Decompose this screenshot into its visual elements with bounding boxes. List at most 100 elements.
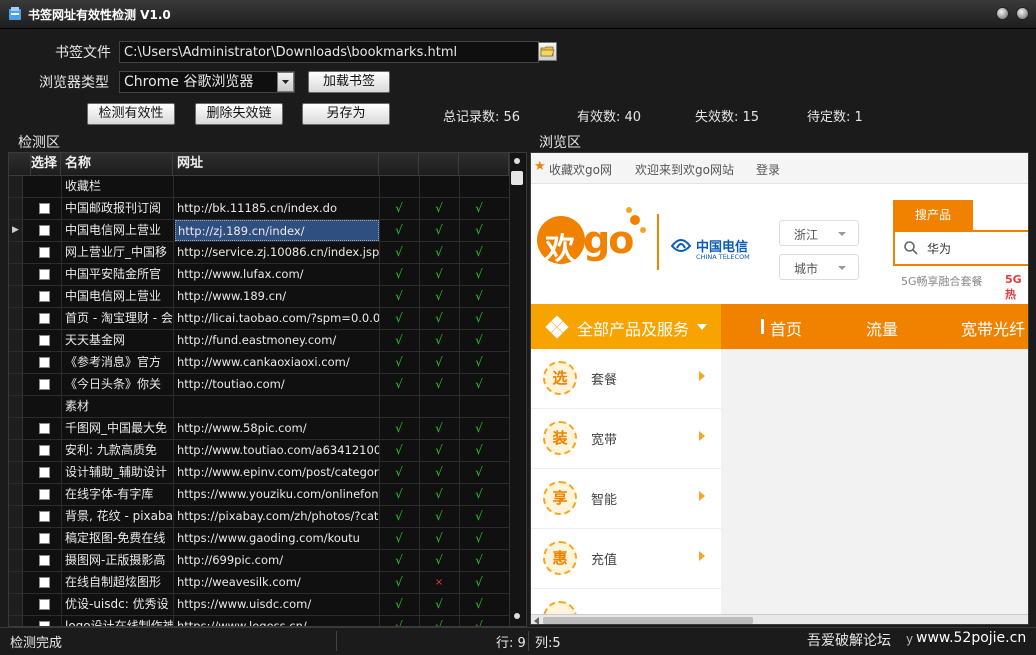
bookmark-url[interactable]: https://www.youziku.com/onlinefont/ind [175,484,379,505]
select-checkbox[interactable] [39,357,50,368]
select-checkbox[interactable] [39,577,50,588]
bookmark-url[interactable]: http://fund.eastmoney.com/ [175,330,379,351]
browser-horizontal-scrollbar[interactable] [531,614,1028,624]
check-validity-button[interactable]: 检测有效性 [87,103,175,125]
promo-text[interactable]: 5G畅享融合套餐 [901,273,983,289]
browse-file-button[interactable] [538,42,557,61]
bookmark-name[interactable]: 收藏栏 [65,176,173,197]
row-indicator[interactable] [9,396,23,417]
table-row[interactable]: 安利: 九款高质免 http://www.toutiao.com/a6341210… [9,440,509,462]
table-row[interactable]: 设计辅助_辅助设计 http://www.epinv.com/post/categ… [9,462,509,484]
bookmark-url[interactable]: http://www.lufax.com/ [175,264,379,285]
select-checkbox[interactable] [39,247,50,258]
bookmark-name[interactable]: 优设-uisdc: 优秀设 [65,594,173,615]
table-row[interactable]: 天天基金网 http://fund.eastmoney.com/ √ √ √ [9,330,509,352]
hscroll-thumb[interactable] [543,617,753,624]
bookmark-name[interactable]: 设计辅助_辅助设计 [65,462,173,483]
bookmark-name[interactable]: 在线自制超炫图形 [65,572,173,593]
table-row[interactable]: 中国电信网上营业 http://www.189.cn/ √ √ √ [9,286,509,308]
header-url[interactable]: 网址 [173,153,379,175]
table-row[interactable]: 在线自制超炫图形 http://weavesilk.com/ √ × √ [9,572,509,594]
bookmark-url[interactable]: http://699pic.com/ [175,550,379,571]
title-bar[interactable]: 书签网址有效性检测 V1.0 [0,0,1036,29]
table-row[interactable]: ▶ 中国电信网上营业 http://zj.189.cn/index/ √ √ √ [9,220,509,242]
all-products-menu[interactable]: 全部产品及服务 [531,304,721,349]
row-indicator[interactable] [9,550,23,571]
table-row[interactable]: 网上营业厅_中国移 http://service.zj.10086.cn/inde… [9,242,509,264]
browser-view[interactable]: ★ 收藏欢go网 欢迎来到欢go网站 登录 欢 go 中国电信 CHINA TE… [530,152,1029,625]
group-row[interactable]: 收藏栏 [9,176,509,198]
row-indicator[interactable] [9,484,23,505]
table-row[interactable]: 《今日头条》你关 http://toutiao.com/ √ √ √ [9,374,509,396]
login-link[interactable]: 登录 [756,161,780,178]
table-row[interactable]: 中国平安陆金所官 http://www.lufax.com/ √ √ √ [9,264,509,286]
favorite-site-link[interactable]: 收藏欢go网 [549,161,612,178]
select-checkbox[interactable] [39,533,50,544]
bookmark-url[interactable]: http://bk.11185.cn/index.do [175,198,379,219]
bookmark-name[interactable]: 网上营业厅_中国移 [65,242,173,263]
promo-hot-text[interactable]: 5G热 [1005,273,1028,302]
row-indicator[interactable] [9,308,23,329]
group-row[interactable]: 素材 [9,396,509,418]
select-checkbox[interactable] [39,203,50,214]
bookmark-url[interactable]: http://www.cankaoxiaoxi.com/ [175,352,379,373]
row-indicator[interactable] [9,506,23,527]
row-indicator[interactable] [9,198,23,219]
bookmark-url[interactable]: https://www.uisdc.com/ [175,594,379,615]
table-row[interactable]: 中国邮政报刊订阅 http://bk.11185.cn/index.do √ √ √ [9,198,509,220]
product-menu-item[interactable]: 装宽带 [531,409,721,469]
table-row[interactable]: 稿定抠图-免费在线 https://www.gaoding.com/koutu √ √… [9,528,509,550]
select-checkbox[interactable] [39,225,50,236]
select-checkbox[interactable] [39,291,50,302]
bookmark-url[interactable]: http://service.zj.10086.cn/index.jsp?ais… [175,242,379,263]
nav-home[interactable]: 首页 [770,316,802,340]
row-indicator[interactable] [9,242,23,263]
bookmark-url[interactable]: http://www.58pic.com/ [175,418,379,439]
select-checkbox[interactable] [39,423,50,434]
bookmark-name[interactable]: 中国电信网上营业 [65,220,173,241]
bookmark-path-input[interactable]: C:\Users\Administrator\Downloads\bookmar… [119,41,539,63]
select-checkbox[interactable] [39,379,50,390]
nav-broadband[interactable]: 宽带光纤 [961,316,1025,340]
row-indicator[interactable] [9,616,23,626]
select-checkbox[interactable] [39,599,50,610]
table-row[interactable]: logo设计在线制作神 https://www.logoss.cn/ √ √ √ [9,616,509,626]
row-indicator[interactable] [9,440,23,461]
region-select[interactable]: 浙江 [779,220,859,246]
bookmark-name[interactable]: 素材 [65,396,173,417]
bookmark-url[interactable]: http://zj.189.cn/index/ [175,220,379,241]
site-search-input[interactable]: 华为 [893,230,1028,266]
row-indicator[interactable] [9,528,23,549]
row-indicator[interactable] [9,330,23,351]
select-checkbox[interactable] [39,489,50,500]
row-indicator[interactable] [9,264,23,285]
bookmark-name[interactable]: 《参考消息》官方 [65,352,173,373]
bookmark-url[interactable]: http://www.189.cn/ [175,286,379,307]
select-checkbox[interactable] [39,313,50,324]
bookmark-name[interactable]: 背景, 花纹 - pixabay [65,506,173,527]
select-checkbox[interactable] [39,445,50,456]
header-check-1[interactable] [379,153,419,175]
row-indicator[interactable]: ▶ [9,220,23,241]
select-checkbox[interactable] [39,467,50,478]
row-indicator[interactable] [9,594,23,615]
close-button[interactable] [1016,7,1029,20]
scroll-up-arrow[interactable] [514,158,520,164]
bookmark-name[interactable]: 中国邮政报刊订阅 [65,198,173,219]
table-row[interactable]: 在线字体-有字库 https://www.youziku.com/onlinefo… [9,484,509,506]
city-select[interactable]: 城市 [779,254,859,280]
bookmark-name[interactable]: 中国电信网上营业 [65,286,173,307]
product-menu-item[interactable]: 享智能 [531,469,721,529]
product-menu-item[interactable]: 惠充值 [531,529,721,589]
select-checkbox[interactable] [39,335,50,346]
header-name[interactable]: 名称 [61,153,173,175]
load-bookmarks-button[interactable]: 加载书签 [308,71,390,93]
row-indicator[interactable] [9,352,23,373]
select-checkbox[interactable] [39,269,50,280]
header-check-3[interactable] [459,153,509,175]
bookmark-url[interactable] [175,396,379,417]
bookmark-url[interactable]: https://www.gaoding.com/koutu [175,528,379,549]
bookmark-url[interactable]: http://weavesilk.com/ [175,572,379,593]
minimize-button[interactable] [996,7,1009,20]
bookmark-url[interactable]: https://pixabay.com/zh/photos/?cat=bac [175,506,379,527]
